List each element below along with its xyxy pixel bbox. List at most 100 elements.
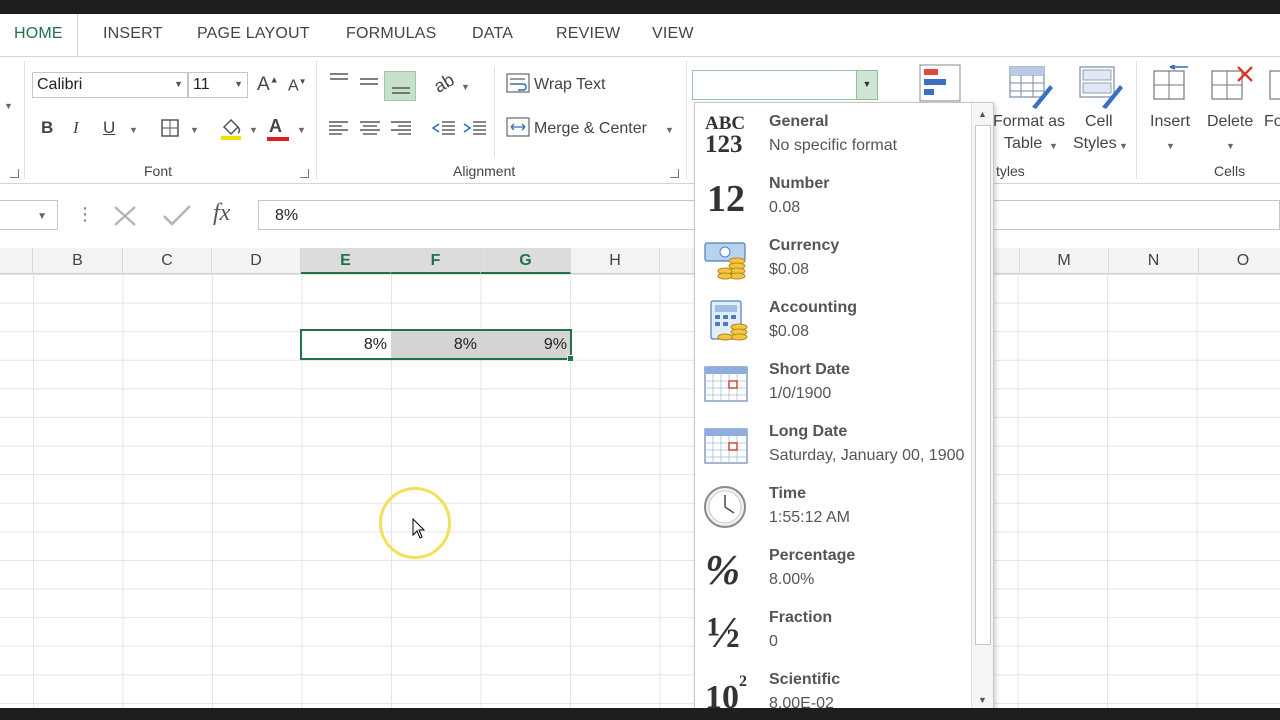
enter-entry-icon[interactable] <box>162 204 192 228</box>
column-header-o[interactable]: O <box>1199 248 1280 274</box>
tab-home[interactable]: HOME <box>14 25 63 43</box>
currency-icon <box>704 242 746 280</box>
format-cells-icon[interactable] <box>1268 65 1280 105</box>
tab-formulas[interactable]: FORMULAS <box>346 25 437 43</box>
font-color-swatch <box>267 137 289 141</box>
middle-align-icon[interactable] <box>358 76 380 90</box>
wrap-text-button[interactable]: Wrap Text <box>534 76 605 94</box>
cell-styles-label[interactable]: Cell <box>1085 113 1113 131</box>
format-sample: 0 <box>769 633 778 650</box>
format-as-table-label-2[interactable]: Table <box>1004 135 1042 153</box>
insert-cells-icon[interactable] <box>1150 65 1192 105</box>
grow-font-icon[interactable]: A▲ <box>257 75 279 94</box>
delete-cells-icon[interactable] <box>1210 65 1254 105</box>
tab-review[interactable]: REVIEW <box>556 25 620 43</box>
format-item-general[interactable]: ABC 123 General No specific format <box>695 103 971 164</box>
column-header-m[interactable]: M <box>1020 248 1109 274</box>
column-header-f[interactable]: F <box>391 248 481 274</box>
cell-styles-icon[interactable] <box>1078 65 1124 109</box>
format-item-percentage[interactable]: % Percentage 8.00% <box>695 537 971 598</box>
insert-cells-dropdown-icon[interactable]: ▼ <box>1166 141 1175 151</box>
orientation-icon[interactable]: ab <box>430 69 457 96</box>
orientation-dropdown-icon[interactable]: ▼ <box>461 82 470 92</box>
bold-button[interactable]: B <box>41 119 53 136</box>
font-group-label: Font <box>144 163 173 179</box>
fill-color-dropdown-icon[interactable]: ▼ <box>249 125 258 135</box>
decrease-indent-icon[interactable] <box>432 120 456 136</box>
increase-indent-icon[interactable] <box>463 120 487 136</box>
scroll-up-icon[interactable]: ▲ <box>978 109 987 119</box>
font-color-icon[interactable]: A <box>269 117 282 135</box>
format-cells-button[interactable]: Fo <box>1264 113 1280 131</box>
italic-button[interactable]: I <box>73 119 79 136</box>
merge-center-icon[interactable] <box>506 117 530 137</box>
format-item-fraction[interactable]: ½ Fraction 0 <box>695 599 971 660</box>
scroll-down-icon[interactable]: ▼ <box>978 695 987 705</box>
shrink-font-icon[interactable]: A▼ <box>288 78 307 94</box>
font-launcher-icon[interactable] <box>300 169 309 178</box>
format-item-number[interactable]: 12 Number 0.08 <box>695 165 971 226</box>
format-item-currency[interactable]: Currency $0.08 <box>695 227 971 288</box>
tab-page-layout[interactable]: PAGE LAYOUT <box>197 25 310 43</box>
merge-center-button[interactable]: Merge & Center <box>534 120 647 138</box>
column-header-c[interactable]: C <box>123 248 212 274</box>
number-format-scrollbar[interactable]: ▲ ▼ <box>971 103 993 720</box>
borders-dropdown-icon[interactable]: ▼ <box>190 125 199 135</box>
delete-cells-dropdown-icon[interactable]: ▼ <box>1226 141 1235 151</box>
conditional-formatting-icon[interactable] <box>918 63 962 103</box>
column-header-b[interactable]: B <box>33 248 123 274</box>
name-box[interactable]: ▼ <box>0 200 58 230</box>
format-title: Time <box>769 485 807 502</box>
column-header-n[interactable]: N <box>1109 248 1199 274</box>
delete-cells-button[interactable]: Delete <box>1207 113 1253 131</box>
format-item-long-date[interactable]: Long Date Saturday, January 00, 1900 <box>695 413 971 474</box>
font-color-dropdown-icon[interactable]: ▼ <box>297 125 306 135</box>
fill-handle[interactable] <box>567 355 574 362</box>
format-item-short-date[interactable]: Short Date 1/0/1900 <box>695 351 971 412</box>
merge-center-dropdown-icon[interactable]: ▼ <box>665 125 674 135</box>
tab-data[interactable]: DATA <box>472 25 513 43</box>
insert-cells-button[interactable]: Insert <box>1150 113 1190 131</box>
format-as-table-dropdown-icon[interactable]: ▼ <box>1049 141 1058 151</box>
number-format-dropdown-button[interactable]: ▼ <box>856 70 878 100</box>
cancel-entry-icon[interactable] <box>112 204 138 228</box>
format-as-table-label[interactable]: Format as <box>993 113 1065 131</box>
group-separator <box>24 61 25 179</box>
column-header-h[interactable]: H <box>571 248 660 274</box>
format-sample: $0.08 <box>769 261 810 278</box>
number-format-combo[interactable] <box>692 70 878 100</box>
format-item-accounting[interactable]: Accounting $0.08 <box>695 289 971 350</box>
font-size-combo[interactable]: 11 ▼ <box>188 72 248 98</box>
tab-insert[interactable]: INSERT <box>103 25 163 43</box>
align-center-icon[interactable] <box>359 120 381 136</box>
fill-color-icon[interactable] <box>219 115 243 141</box>
clipboard-launcher-icon[interactable] <box>10 169 19 178</box>
insert-function-button[interactable]: fx <box>213 200 230 227</box>
cell-styles-dropdown-icon[interactable]: ▼ <box>1119 141 1128 151</box>
bottom-align-button[interactable] <box>384 71 416 101</box>
format-as-table-icon[interactable] <box>1008 65 1054 109</box>
column-header-e[interactable]: E <box>301 248 391 274</box>
format-item-time[interactable]: Time 1:55:12 AM <box>695 475 971 536</box>
tab-view[interactable]: VIEW <box>652 25 694 43</box>
top-align-icon[interactable] <box>328 72 350 86</box>
window-bottom-edge <box>0 708 1280 720</box>
formula-bar-grip-icon[interactable]: ⋮ <box>76 204 94 225</box>
name-box-dropdown-icon[interactable]: ▼ <box>37 211 47 222</box>
calendar-icon <box>704 428 748 464</box>
scroll-thumb[interactable] <box>975 125 991 645</box>
worksheet-grid[interactable] <box>0 274 1280 708</box>
clock-icon <box>704 486 746 528</box>
font-name-combo[interactable]: Calibri ▼ <box>32 72 188 98</box>
cell-styles-label-2[interactable]: Styles <box>1073 135 1117 153</box>
clipboard-dropdown-icon[interactable]: ▼ <box>4 101 13 111</box>
column-header-d[interactable]: D <box>212 248 301 274</box>
alignment-launcher-icon[interactable] <box>670 169 679 178</box>
align-left-icon[interactable] <box>328 120 350 136</box>
underline-button[interactable]: U <box>103 119 115 136</box>
align-right-icon[interactable] <box>390 120 412 136</box>
borders-icon[interactable] <box>161 119 179 137</box>
underline-dropdown-icon[interactable]: ▼ <box>129 125 138 135</box>
wrap-text-icon[interactable] <box>506 73 530 93</box>
column-header-g[interactable]: G <box>481 248 571 274</box>
